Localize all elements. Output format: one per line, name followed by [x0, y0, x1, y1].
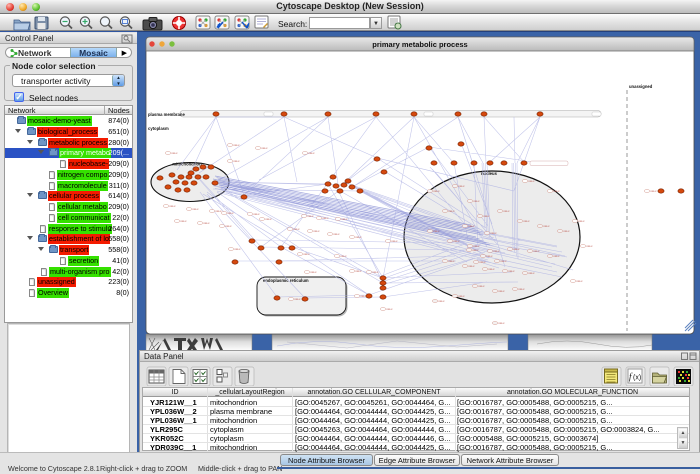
svg-text:unassigned: unassigned	[629, 84, 653, 89]
svg-text:xxx-x: xxx-x	[308, 152, 315, 155]
svg-text:xxx-x: xxx-x	[553, 190, 560, 193]
svg-text:xxx-x: xxx-x	[203, 222, 210, 225]
svg-text:xxx-x: xxx-x	[303, 253, 310, 256]
svg-text:xxx-x: xxx-x	[265, 218, 272, 221]
svg-text:xxx-x: xxx-x	[234, 248, 241, 251]
svg-text:xxx-x: xxx-x	[458, 185, 465, 188]
svg-text:xxx-x: xxx-x	[523, 220, 530, 223]
svg-text:xxx-x: xxx-x	[294, 298, 301, 301]
svg-text:xxx-x: xxx-x	[586, 245, 593, 248]
svg-text:xxx-x: xxx-x	[313, 230, 320, 233]
svg-text:xxx-x: xxx-x	[307, 215, 314, 218]
svg-text:xxx-x: xxx-x	[483, 215, 490, 218]
svg-text:xxx-x: xxx-x	[468, 225, 475, 228]
svg-text:xxx-x: xxx-x	[498, 290, 505, 293]
svg-text:xxx-x: xxx-x	[261, 147, 268, 150]
svg-text:xxx-x: xxx-x	[503, 210, 510, 213]
svg-text:xxx-x: xxx-x	[386, 308, 393, 311]
svg-text:primary metabolic process: primary metabolic process	[372, 40, 467, 49]
svg-text:xxx-x: xxx-x	[578, 220, 585, 223]
svg-text:xxx-x: xxx-x	[341, 218, 348, 221]
svg-text:xxx-x: xxx-x	[473, 200, 480, 203]
svg-text:xxx-x: xxx-x	[333, 233, 340, 236]
svg-text:xxx-x: xxx-x	[486, 255, 493, 258]
svg-text:xxx-x: xxx-x	[493, 250, 500, 253]
svg-text:xxx-x: xxx-x	[169, 205, 176, 208]
svg-text:xxx-x: xxx-x	[528, 180, 535, 183]
svg-text:xxx-x: xxx-x	[508, 270, 515, 273]
svg-text:xxx-x: xxx-x	[310, 271, 317, 274]
svg-text:xxx-x: xxx-x	[180, 220, 187, 223]
svg-text:xxx-x: xxx-x	[543, 225, 550, 228]
svg-text:xxx-x: xxx-x	[576, 280, 583, 283]
svg-text:xxx-x: xxx-x	[233, 160, 240, 163]
svg-text:plasma membrane: plasma membrane	[148, 112, 185, 117]
svg-text:nucleus: nucleus	[481, 171, 497, 176]
svg-text:xxx-x: xxx-x	[448, 260, 455, 263]
svg-text:xxx-x: xxx-x	[473, 245, 480, 248]
svg-text:xxx-x: xxx-x	[355, 236, 362, 239]
svg-text:xxx-x: xxx-x	[322, 217, 329, 220]
svg-text:xxx-x: xxx-x	[372, 271, 379, 274]
svg-text:xxx-x: xxx-x	[479, 261, 486, 264]
svg-text:xxx-x: xxx-x	[650, 190, 657, 193]
svg-text:xxx-x: xxx-x	[171, 152, 178, 155]
svg-text:xxx-x: xxx-x	[438, 300, 445, 303]
svg-text:xxx-x: xxx-x	[553, 255, 560, 258]
svg-text:xxx-x: xxx-x	[453, 240, 460, 243]
svg-text:xxx-x: xxx-x	[500, 260, 507, 263]
svg-text:xxx-x: xxx-x	[528, 272, 535, 275]
svg-text:xxx-x: xxx-x	[355, 270, 362, 273]
svg-text:(x): (x)	[633, 375, 641, 382]
svg-text:xxx-x: xxx-x	[518, 288, 525, 291]
svg-text:xxx-x: xxx-x	[448, 210, 455, 213]
svg-text:xxx-x: xxx-x	[498, 322, 505, 325]
svg-text:xxx-x: xxx-x	[225, 225, 232, 228]
svg-text:cytoplasm: cytoplasm	[148, 126, 169, 131]
svg-text:xxx-x: xxx-x	[391, 240, 398, 243]
svg-text:endoplasmic reticulum: endoplasmic reticulum	[263, 278, 309, 283]
svg-text:mitochondrion: mitochondrion	[172, 162, 202, 167]
svg-text:xxx-x: xxx-x	[488, 268, 495, 271]
svg-text:xxx-x: xxx-x	[192, 208, 199, 211]
svg-text:xxx-x: xxx-x	[458, 295, 465, 298]
svg-text:xxx-x: xxx-x	[478, 285, 485, 288]
svg-text:xxx-x: xxx-x	[433, 190, 440, 193]
svg-text:xxx-x: xxx-x	[563, 230, 570, 233]
svg-text:xxx-x: xxx-x	[293, 228, 300, 231]
svg-text:xxx-x: xxx-x	[227, 212, 234, 215]
svg-text:xxx-x: xxx-x	[433, 230, 440, 233]
svg-text:xxx-x: xxx-x	[340, 255, 347, 258]
svg-text:xxx-x: xxx-x	[490, 232, 497, 235]
svg-text:xxx-x: xxx-x	[533, 250, 540, 253]
svg-text:xxx-x: xxx-x	[233, 144, 240, 147]
svg-text:xxx-x: xxx-x	[513, 248, 520, 251]
svg-text:xxx-x: xxx-x	[468, 265, 475, 268]
svg-text:xxx-x: xxx-x	[472, 249, 479, 252]
svg-text:xxx-x: xxx-x	[253, 213, 260, 216]
